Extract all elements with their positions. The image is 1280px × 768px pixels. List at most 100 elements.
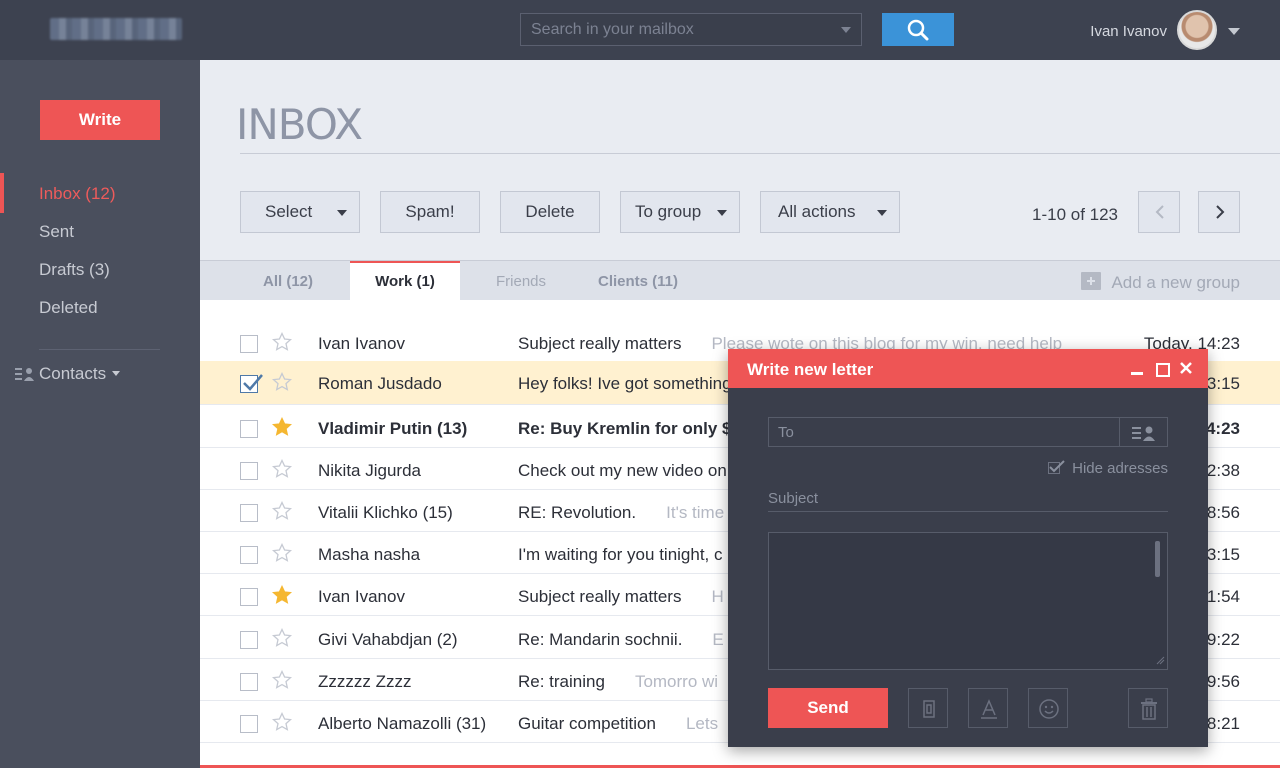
discard-button[interactable] bbox=[1128, 688, 1168, 728]
subject-field[interactable] bbox=[768, 486, 1168, 512]
row-checkbox[interactable] bbox=[240, 588, 258, 606]
row-checkbox[interactable] bbox=[240, 335, 258, 353]
star-icon[interactable] bbox=[272, 628, 292, 648]
row-checkbox[interactable] bbox=[240, 504, 258, 522]
subject-text: Check out my new video on bbox=[518, 461, 727, 480]
star-icon[interactable] bbox=[272, 712, 292, 732]
message-time: 1:54 bbox=[1206, 587, 1240, 606]
star-icon[interactable] bbox=[272, 372, 292, 392]
add-folder-icon bbox=[1081, 272, 1102, 290]
user-menu-chevron-down-icon[interactable] bbox=[1228, 28, 1240, 35]
message-preview: Lets bbox=[685, 714, 719, 733]
message-time: 4:23 bbox=[1205, 419, 1240, 438]
message-subject: Re: training Tomorro wi bbox=[518, 672, 718, 692]
search-dropdown-caret-icon[interactable] bbox=[841, 27, 851, 33]
scrollbar[interactable] bbox=[1155, 541, 1160, 577]
trash-icon bbox=[1141, 698, 1157, 720]
search-input[interactable] bbox=[521, 14, 831, 45]
subject-text: Hey folks! Ive got something bbox=[518, 374, 732, 393]
row-checkbox[interactable] bbox=[240, 673, 258, 691]
address-book-button[interactable] bbox=[1119, 417, 1168, 447]
all-actions-dropdown[interactable]: All actions bbox=[760, 191, 900, 233]
message-sender: Vladimir Putin (13) bbox=[318, 419, 468, 438]
pagination-info: 1-10 of 123 bbox=[1032, 205, 1119, 224]
spam-button[interactable]: Spam! bbox=[380, 191, 480, 233]
row-checkbox[interactable] bbox=[240, 462, 258, 480]
search-button[interactable] bbox=[882, 13, 954, 46]
to-group-dropdown[interactable]: To group bbox=[620, 191, 740, 233]
tab-clients[interactable]: Clients (11) bbox=[586, 261, 690, 301]
star-icon[interactable] bbox=[272, 501, 292, 521]
subject-text: RE: Revolution. bbox=[518, 503, 637, 522]
sidebar: Write Inbox (12) Sent Drafts (3) Deleted… bbox=[0, 60, 200, 768]
attach-button[interactable] bbox=[908, 688, 948, 728]
star-icon[interactable] bbox=[272, 585, 292, 605]
group-tabs: All (12) Work (1) Friends Clients (11) A… bbox=[200, 260, 1280, 301]
contacts-icon bbox=[15, 366, 35, 386]
row-checkbox[interactable] bbox=[240, 631, 258, 649]
message-preview: Tomorro wi bbox=[634, 672, 719, 691]
compose-title: Write new letter bbox=[747, 360, 874, 379]
add-group-label: Add a new group bbox=[1111, 273, 1240, 292]
prev-page-button[interactable] bbox=[1138, 191, 1180, 233]
page-title: INBOX bbox=[236, 100, 363, 149]
message-subject: RE: Revolution. It's time bbox=[518, 503, 724, 523]
subject-text: Subject really matters bbox=[518, 587, 682, 606]
avatar[interactable] bbox=[1177, 10, 1217, 50]
top-bar: Ivan Ivanov bbox=[0, 0, 1280, 60]
tab-work[interactable]: Work (1) bbox=[350, 261, 460, 301]
user-name[interactable]: Ivan Ivanov bbox=[1090, 23, 1167, 40]
tab-all[interactable]: All (12) bbox=[240, 261, 336, 301]
message-subject: Subject really matters H bbox=[518, 587, 724, 607]
hide-addresses-label: Hide adresses bbox=[1072, 460, 1168, 477]
row-checkbox[interactable] bbox=[240, 715, 258, 733]
active-nav-marker bbox=[0, 173, 4, 213]
message-time: 9:22 bbox=[1206, 630, 1240, 649]
message-time: 3:15 bbox=[1206, 545, 1240, 564]
row-checkbox[interactable] bbox=[240, 374, 263, 393]
star-icon[interactable] bbox=[272, 459, 292, 479]
minimize-icon[interactable] bbox=[1130, 361, 1144, 375]
tab-friends[interactable]: Friends bbox=[476, 261, 566, 301]
chevron-down-icon bbox=[112, 371, 121, 376]
send-button[interactable]: Send bbox=[768, 688, 888, 728]
sidebar-item-sent[interactable]: Sent bbox=[39, 222, 74, 242]
compose-header[interactable]: Write new letter bbox=[728, 349, 1208, 388]
add-group-button[interactable]: Add a new group bbox=[1081, 272, 1240, 293]
text-format-button[interactable] bbox=[968, 688, 1008, 728]
sidebar-item-deleted[interactable]: Deleted bbox=[39, 298, 98, 318]
sidebar-item-inbox[interactable]: Inbox (12) bbox=[39, 184, 116, 204]
maximize-icon[interactable] bbox=[1155, 361, 1170, 377]
emoji-button[interactable] bbox=[1028, 688, 1068, 728]
star-icon[interactable] bbox=[272, 417, 292, 437]
sidebar-item-drafts[interactable]: Drafts (3) bbox=[39, 260, 110, 280]
subject-text: Re: training bbox=[518, 672, 605, 691]
row-checkbox[interactable] bbox=[240, 420, 258, 438]
to-field[interactable] bbox=[768, 417, 1120, 447]
divider bbox=[39, 349, 160, 350]
select-dropdown[interactable]: Select bbox=[240, 191, 360, 233]
resize-handle-icon[interactable] bbox=[1156, 656, 1165, 665]
close-icon[interactable] bbox=[1179, 361, 1193, 375]
message-sender: Ivan Ivanov bbox=[318, 334, 405, 353]
search-box bbox=[520, 13, 862, 46]
star-icon[interactable] bbox=[272, 332, 292, 352]
chevron-down-icon bbox=[337, 210, 347, 216]
subject-text: Guitar competition bbox=[518, 714, 656, 733]
row-checkbox[interactable] bbox=[240, 546, 258, 564]
write-button[interactable]: Write bbox=[40, 100, 160, 140]
message-body-field[interactable] bbox=[768, 532, 1168, 670]
next-page-button[interactable] bbox=[1198, 191, 1240, 233]
message-time: 8:56 bbox=[1206, 503, 1240, 522]
logo[interactable] bbox=[50, 18, 182, 40]
compose-window: Write new letter Hide adresses Send bbox=[728, 349, 1208, 747]
delete-button[interactable]: Delete bbox=[500, 191, 600, 233]
message-subject: Hey folks! Ive got something bbox=[518, 374, 762, 394]
message-subject: Check out my new video on bbox=[518, 461, 757, 481]
subject-text: I'm waiting for you tinight, c bbox=[518, 545, 723, 564]
contacts-menu[interactable]: Contacts bbox=[15, 364, 121, 386]
font-icon bbox=[981, 699, 997, 719]
hide-addresses-toggle[interactable]: Hide adresses bbox=[1048, 460, 1168, 478]
star-icon[interactable] bbox=[272, 670, 292, 690]
star-icon[interactable] bbox=[272, 543, 292, 563]
